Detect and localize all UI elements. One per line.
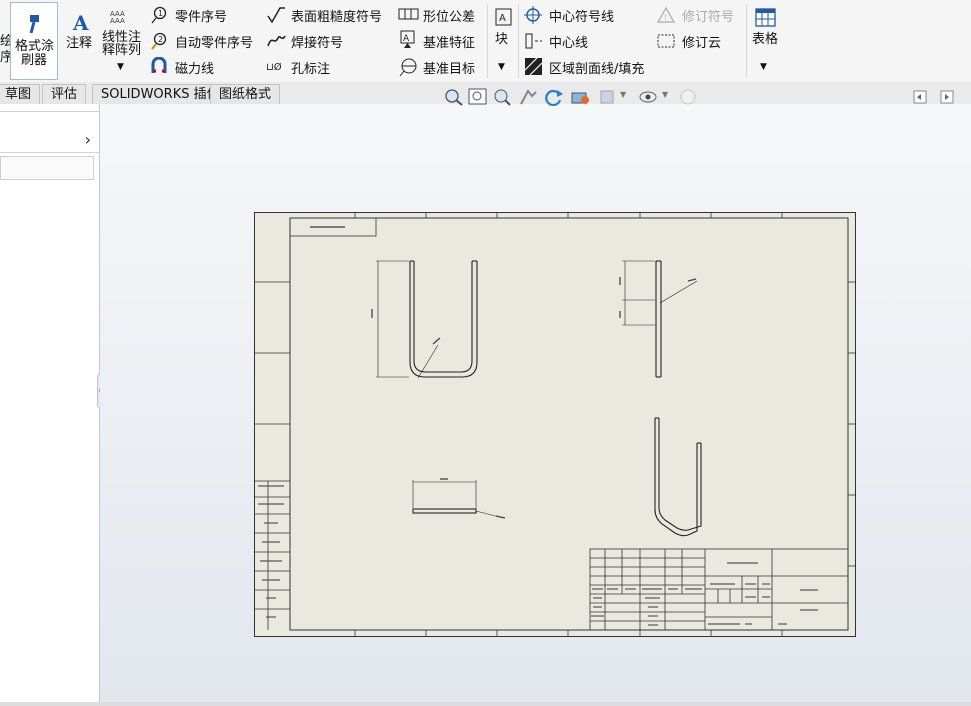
surface-finish-icon	[267, 7, 285, 24]
panel-left-icon[interactable]	[913, 90, 927, 104]
surface-finish-button[interactable]: 表面粗糙度符号	[291, 6, 382, 25]
centerline-button[interactable]: 中心线	[549, 32, 588, 51]
block-icon: A	[495, 8, 512, 26]
centerline-icon	[525, 33, 542, 49]
svg-text:AAA: AAA	[110, 17, 125, 24]
datum-target-button[interactable]: 基准目标	[423, 58, 475, 77]
note-pattern-icon: AAA AAA	[110, 10, 125, 24]
status-bar	[0, 702, 971, 706]
table-icon	[755, 8, 776, 27]
camera-view-icon[interactable]	[570, 88, 592, 106]
svg-text:A: A	[403, 34, 410, 44]
ribbon: 绘 序 格式涂 刷器 A 注释 AAA AAA 线性注 释阵列 ▼ 1 零件序号…	[0, 0, 971, 83]
tab-sheet-format[interactable]: 图纸格式	[210, 84, 281, 104]
linear-note-pattern-button[interactable]: AAA AAA 线性注 释阵列 ▼	[100, 4, 146, 80]
svg-text:A: A	[499, 13, 506, 24]
tab-sketch[interactable]: 草图	[0, 84, 41, 104]
area-hatch-icon	[524, 57, 543, 76]
dropdown-arrow-icon[interactable]: ▼	[760, 62, 767, 72]
ribbon-separator	[746, 4, 747, 78]
balloon-icon: 1	[151, 6, 167, 24]
dropdown-arrow-icon[interactable]: ▼	[117, 62, 124, 72]
format-painter-button[interactable]: 格式涂 刷器	[10, 2, 58, 80]
previous-view-icon[interactable]	[492, 88, 512, 106]
tab-solidworks-addins[interactable]: SOLIDWORKS 插件	[92, 84, 229, 104]
balloon-button[interactable]: 零件序号	[175, 6, 227, 25]
datum-target-icon	[399, 58, 417, 77]
dropdown-arrow-icon[interactable]: ▼	[498, 62, 505, 72]
chevron-right-icon[interactable]: ›	[85, 130, 91, 149]
geometric-tolerance-button[interactable]: 形位公差	[423, 6, 475, 25]
annotation-label: 注释	[66, 36, 93, 51]
filter-input[interactable]	[0, 156, 94, 180]
heads-up-view-toolbar: ▼ ▼	[440, 86, 700, 108]
svg-text:⊔Ø: ⊔Ø	[266, 61, 282, 73]
center-mark-button[interactable]: 中心符号线	[549, 6, 614, 25]
revision-symbol-button[interactable]: 修订符号	[682, 6, 734, 25]
auto-balloon-icon: 2	[151, 32, 167, 50]
hole-callout-icon: ⊔Ø	[266, 61, 282, 73]
area-hatch-button[interactable]: 区域剖面线/填充	[549, 58, 644, 77]
annotation-button[interactable]: A 注释	[64, 4, 96, 80]
scene-light-icon[interactable]	[678, 88, 698, 106]
text-annotation-icon: A	[72, 11, 89, 34]
zoom-to-area-icon[interactable]	[468, 88, 488, 106]
rotate-view-icon[interactable]	[544, 88, 564, 106]
pane-divider	[0, 111, 99, 112]
magnet-icon	[151, 57, 167, 73]
block-button[interactable]: A 块 ▼	[490, 4, 516, 80]
weld-symbol-icon	[267, 35, 286, 47]
weld-symbol-button[interactable]: 焊接符号	[291, 32, 343, 51]
display-style-icon[interactable]	[598, 88, 618, 106]
pan-icon[interactable]	[518, 88, 538, 106]
table-label: 表格	[752, 32, 779, 47]
revision-cloud-icon	[657, 34, 675, 48]
svg-text:!: !	[664, 13, 667, 22]
revision-symbol-icon: !	[656, 6, 676, 23]
center-mark-icon	[524, 6, 542, 24]
dropdown-arrow-icon[interactable]: ▼	[620, 90, 626, 99]
panel-right-icon[interactable]	[940, 90, 954, 104]
format-painter-label-2: 刷器	[21, 53, 48, 68]
ribbon-separator	[487, 4, 488, 78]
hide-show-items-icon[interactable]	[638, 88, 658, 106]
revision-cloud-button[interactable]: 修订云	[682, 32, 721, 51]
paintbrush-icon	[29, 15, 39, 34]
block-label: 块	[495, 32, 509, 47]
dropdown-arrow-icon[interactable]: ▼	[662, 90, 668, 99]
svg-text:A: A	[72, 11, 89, 34]
feature-manager-pane: ›	[0, 104, 100, 702]
svg-text:1: 1	[158, 9, 163, 18]
auto-balloon-button[interactable]: 自动零件序号	[175, 32, 253, 51]
drawing-sheet[interactable]	[254, 212, 856, 637]
magnetic-line-button[interactable]: 磁力线	[175, 58, 214, 77]
geometric-tolerance-icon	[398, 8, 419, 20]
ribbon-separator	[518, 4, 519, 78]
tab-evaluate[interactable]: 评估	[42, 84, 87, 104]
linear-note-label-2: 释阵列	[102, 43, 142, 58]
datum-feature-icon: A	[400, 30, 415, 48]
table-button[interactable]: 表格 ▼	[750, 4, 784, 80]
zoom-to-fit-icon[interactable]	[444, 88, 464, 106]
datum-feature-button[interactable]: 基准特征	[423, 32, 475, 51]
svg-text:2: 2	[158, 35, 163, 44]
hole-callout-button[interactable]: 孔标注	[291, 58, 330, 77]
pane-header[interactable]: ›	[0, 126, 99, 153]
